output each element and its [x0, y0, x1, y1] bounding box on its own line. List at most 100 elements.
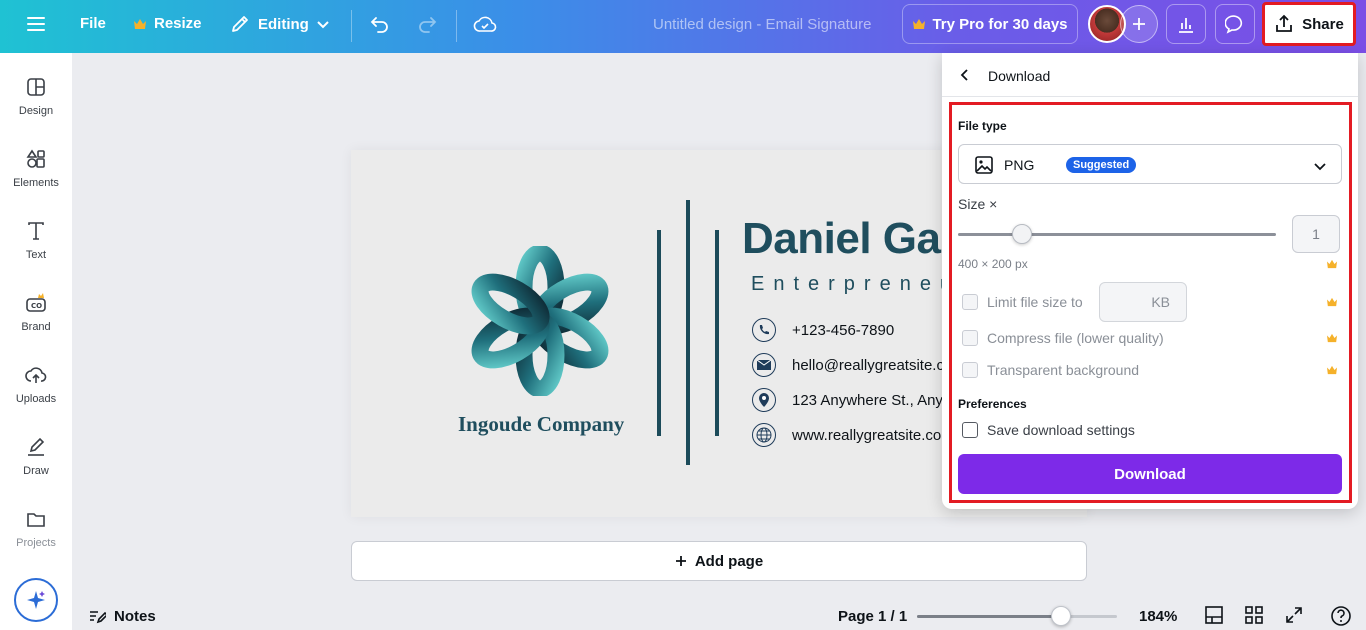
- undo-button[interactable]: [369, 13, 391, 35]
- chevron-down-icon: [1314, 163, 1326, 171]
- insights-button[interactable]: [1166, 4, 1206, 44]
- contact-address[interactable]: 123 Anywhere St., Any City: [752, 388, 973, 412]
- sidebar-item-uploads[interactable]: Uploads: [0, 365, 72, 405]
- editing-dropdown[interactable]: Editing: [229, 13, 330, 35]
- pencil-icon: [232, 16, 248, 32]
- magic-assistant-button[interactable]: [14, 578, 58, 622]
- save-settings-checkbox[interactable]: [962, 422, 978, 438]
- zoom-slider-thumb[interactable]: [1051, 606, 1071, 626]
- file-label: File: [80, 15, 106, 32]
- brand-icon: CO: [26, 293, 46, 312]
- file-size-input[interactable]: KB: [1099, 282, 1187, 322]
- redo-icon: [419, 17, 437, 33]
- editing-label: Editing: [258, 15, 309, 33]
- sidebar-item-label: Brand: [21, 321, 51, 333]
- grid-view-button[interactable]: [1204, 605, 1224, 625]
- dimensions-text: 400 × 200 px: [958, 257, 1028, 271]
- limit-file-size-option[interactable]: Limit file size to: [962, 294, 1083, 310]
- sidebar-item-label: Design: [18, 105, 54, 117]
- chevron-left-icon: [960, 69, 968, 81]
- divider-line: [686, 200, 690, 465]
- download-panel-title: Download: [988, 68, 1051, 84]
- page-indicator[interactable]: Page 1 / 1: [838, 608, 907, 625]
- try-pro-label: Try Pro for 30 days: [932, 15, 1068, 33]
- zoom-slider[interactable]: [917, 615, 1117, 618]
- contact-website[interactable]: www.reallygreatsite.com: [752, 423, 954, 447]
- compress-option[interactable]: Compress file (lower quality): [962, 330, 1164, 346]
- file-menu[interactable]: File: [80, 15, 106, 32]
- website-text: www.reallygreatsite.com: [792, 426, 954, 444]
- bar-chart-icon: [1179, 18, 1193, 33]
- separator: [351, 10, 352, 42]
- fullscreen-button[interactable]: [1284, 605, 1304, 625]
- limit-file-size-label: Limit file size to: [987, 294, 1083, 310]
- resize-button[interactable]: Resize: [133, 15, 202, 32]
- limit-file-size-checkbox[interactable]: [962, 294, 978, 310]
- location-pin-icon: [752, 388, 776, 412]
- notes-button[interactable]: Notes: [88, 607, 156, 625]
- sidebar-item-label: Uploads: [15, 393, 57, 405]
- size-input[interactable]: 1: [1292, 215, 1340, 253]
- transparent-option[interactable]: Transparent background: [962, 362, 1139, 378]
- zoom-value[interactable]: 184%: [1139, 608, 1177, 625]
- try-pro-button[interactable]: Try Pro for 30 days: [902, 4, 1078, 44]
- transparent-checkbox[interactable]: [962, 362, 978, 378]
- upload-share-icon: [1276, 14, 1293, 32]
- sidebar-item-brand[interactable]: CO Brand: [0, 293, 72, 333]
- transparent-label: Transparent background: [987, 362, 1140, 378]
- file-type-select[interactable]: PNG Suggested: [958, 144, 1342, 184]
- invite-button[interactable]: [1120, 5, 1158, 43]
- phone-text: +123-456-7890: [792, 321, 895, 339]
- contact-email[interactable]: hello@reallygreatsite.com: [752, 353, 965, 377]
- size-slider[interactable]: [958, 233, 1276, 236]
- sidebar-item-text[interactable]: Text: [0, 221, 72, 261]
- download-panel-header: Download: [942, 53, 1358, 97]
- sidebar-item-elements[interactable]: Elements: [0, 149, 72, 189]
- sidebar-item-label: Text: [25, 249, 47, 261]
- text-icon: [28, 222, 44, 240]
- sidebar-item-label: Elements: [13, 177, 59, 189]
- uploads-icon: [25, 367, 47, 383]
- sidebar-item-draw[interactable]: Draw: [0, 437, 72, 477]
- save-status-button[interactable]: [473, 13, 497, 35]
- save-settings-option[interactable]: Save download settings: [962, 422, 1135, 438]
- notes-icon: [90, 611, 106, 624]
- compress-checkbox[interactable]: [962, 330, 978, 346]
- add-page-button[interactable]: Add page: [351, 541, 1087, 581]
- page-layout-icon: [1205, 606, 1223, 624]
- crown-icon: [1327, 365, 1337, 375]
- company-name[interactable]: Ingoude Company: [458, 412, 624, 437]
- suggested-badge: Suggested: [1066, 157, 1137, 173]
- projects-icon: [27, 513, 45, 527]
- kb-unit: KB: [1151, 294, 1170, 310]
- sidebar: Design Elements Text CO Brand Uploads Dr…: [0, 53, 72, 630]
- sidebar-item-projects[interactable]: Projects: [0, 509, 72, 549]
- design-icon: [27, 78, 45, 96]
- grid-icon: [1245, 606, 1263, 624]
- thumbnails-button[interactable]: [1244, 605, 1264, 625]
- undo-icon: [370, 17, 388, 33]
- document-title[interactable]: Untitled design - Email Signature: [653, 16, 871, 33]
- preferences-label: Preferences: [958, 397, 1027, 411]
- contact-phone[interactable]: +123-456-7890: [752, 318, 894, 342]
- sidebar-item-design[interactable]: Design: [0, 77, 72, 117]
- crown-icon: [913, 19, 926, 29]
- comments-button[interactable]: [1215, 4, 1255, 44]
- image-icon: [975, 156, 993, 174]
- download-button[interactable]: Download: [958, 454, 1342, 494]
- redo-button[interactable]: [416, 13, 438, 35]
- company-logo: [471, 246, 609, 396]
- footer-bar: Notes Page 1 / 1 184%: [72, 600, 1366, 630]
- help-button[interactable]: [1330, 605, 1352, 627]
- file-type-label: File type: [958, 119, 1007, 133]
- divider-line: [715, 230, 719, 436]
- share-button[interactable]: Share: [1262, 2, 1356, 46]
- crown-icon: [1327, 297, 1337, 307]
- hamburger-icon: [27, 17, 45, 31]
- back-button[interactable]: [958, 68, 972, 82]
- size-slider-thumb[interactable]: [1011, 224, 1032, 244]
- separator: [456, 10, 457, 42]
- plus-icon: [1133, 18, 1145, 30]
- plus-icon: [675, 556, 686, 566]
- menu-button[interactable]: [26, 14, 46, 34]
